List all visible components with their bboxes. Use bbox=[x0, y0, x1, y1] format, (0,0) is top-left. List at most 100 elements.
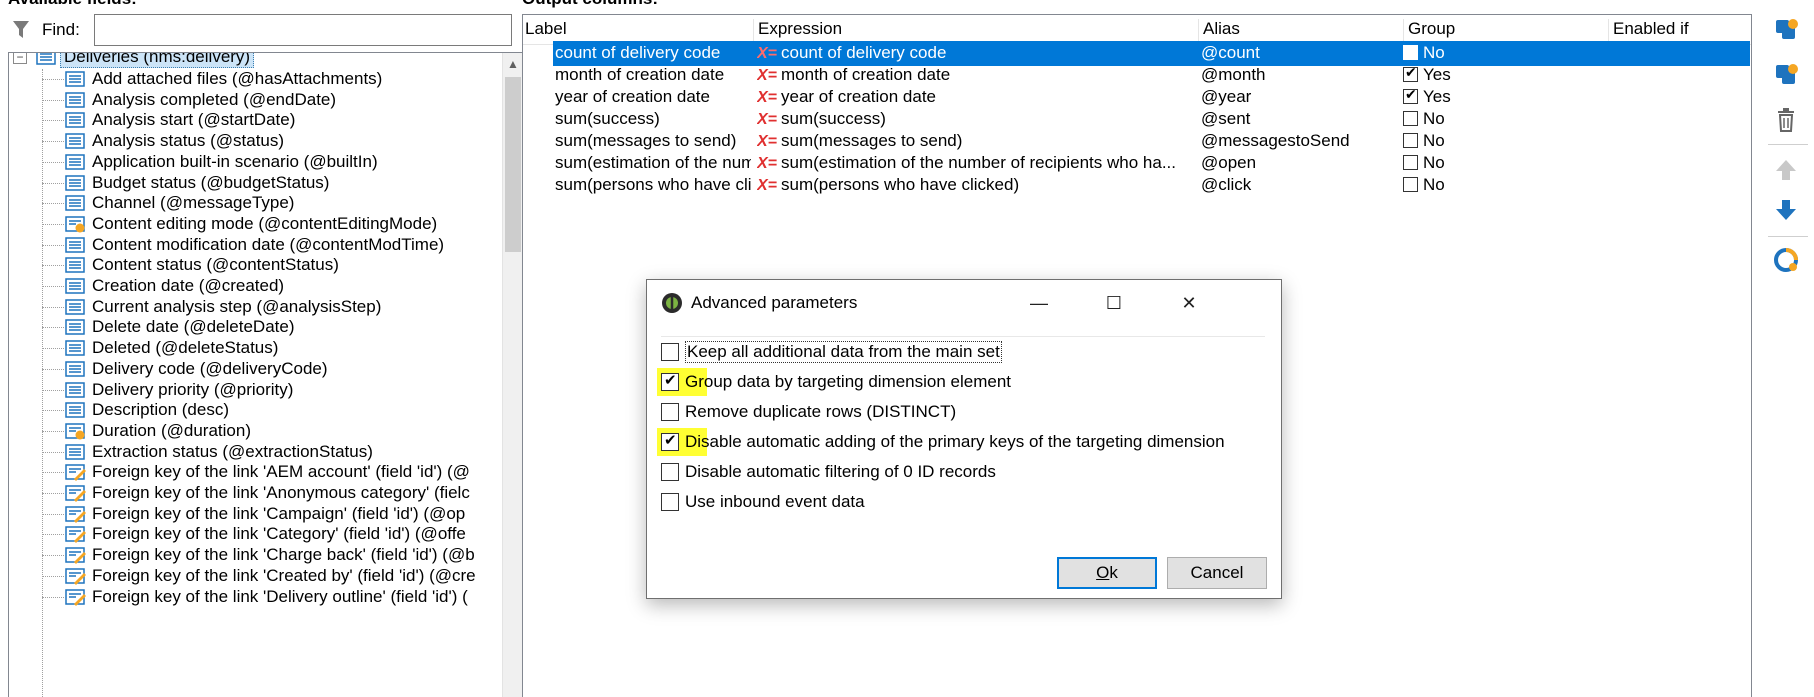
app-logo-icon bbox=[662, 293, 682, 313]
option-checkbox[interactable] bbox=[661, 343, 679, 361]
group-checkbox[interactable] bbox=[1403, 45, 1418, 60]
row-expression[interactable]: X= year of creation date bbox=[757, 87, 1197, 109]
tree-item-label: Content editing mode (@contentEditingMod… bbox=[92, 213, 438, 233]
tree-connector bbox=[42, 141, 64, 143]
row-alias[interactable]: @sent bbox=[1201, 109, 1401, 131]
close-button[interactable]: ✕ bbox=[1169, 288, 1209, 318]
group-checkbox[interactable] bbox=[1403, 111, 1418, 126]
tree-connector bbox=[42, 555, 64, 557]
option-checkbox[interactable] bbox=[661, 493, 679, 511]
scrollbar-thumb[interactable] bbox=[505, 77, 521, 252]
attribute-icon bbox=[64, 91, 86, 109]
attribute-icon bbox=[64, 236, 86, 254]
row-label[interactable]: year of creation date bbox=[555, 87, 751, 109]
option-row[interactable]: Disable automatic adding of the primary … bbox=[657, 428, 1225, 456]
attribute-icon bbox=[64, 277, 86, 295]
attribute-icon bbox=[64, 381, 86, 399]
group-checkbox[interactable] bbox=[1403, 65, 1418, 82]
row-label[interactable]: sum(success) bbox=[555, 109, 751, 131]
option-checkbox[interactable] bbox=[661, 431, 679, 451]
row-expression[interactable]: X= month of creation date bbox=[757, 65, 1197, 87]
move-up-icon[interactable] bbox=[1770, 154, 1802, 186]
maximize-button[interactable]: ☐ bbox=[1094, 288, 1134, 318]
row-label[interactable]: count of delivery code bbox=[555, 43, 751, 65]
tree-connector bbox=[42, 265, 64, 267]
row-label[interactable]: sum(persons who have click... bbox=[555, 175, 751, 197]
row-group[interactable]: No bbox=[1403, 109, 1603, 131]
option-checkbox[interactable] bbox=[661, 403, 679, 421]
foreign-key-icon bbox=[64, 463, 86, 482]
row-alias[interactable]: @month bbox=[1201, 65, 1401, 87]
tree-item-label: Foreign key of the link 'Delivery outlin… bbox=[92, 586, 468, 606]
distribution-icon[interactable] bbox=[1770, 244, 1802, 276]
row-label[interactable]: sum(messages to send) bbox=[555, 131, 751, 153]
option-label: Disable automatic adding of the primary … bbox=[685, 432, 1225, 451]
option-row[interactable]: Use inbound event data bbox=[661, 489, 865, 515]
row-alias[interactable]: @open bbox=[1201, 153, 1401, 175]
row-group[interactable]: Yes bbox=[1403, 65, 1603, 87]
option-label: Use inbound event data bbox=[685, 492, 865, 511]
group-checkbox[interactable] bbox=[1403, 155, 1418, 170]
output-column-row[interactable]: sum(persons who have click... X=sum(perso… bbox=[523, 173, 1751, 198]
tree-item-label: Analysis status (@status) bbox=[92, 131, 285, 151]
attribute-icon bbox=[64, 339, 86, 357]
edit-icon[interactable] bbox=[1770, 59, 1802, 91]
tree-item-label: Foreign key of the link 'Anonymous categ… bbox=[92, 483, 470, 502]
row-expression[interactable]: X= sum(messages to send) bbox=[757, 131, 1197, 153]
row-group[interactable]: No bbox=[1403, 175, 1603, 197]
option-checkbox[interactable] bbox=[661, 371, 679, 391]
option-row[interactable]: Disable automatic filtering of 0 ID reco… bbox=[661, 459, 996, 485]
row-expression[interactable]: X= sum(success) bbox=[757, 109, 1197, 131]
group-checkbox[interactable] bbox=[1403, 133, 1418, 148]
add-icon[interactable] bbox=[1770, 14, 1802, 46]
row-alias[interactable]: @click bbox=[1201, 175, 1401, 197]
row-label[interactable]: sum(estimation of the num... bbox=[555, 153, 751, 175]
column-header-label[interactable]: Label bbox=[523, 19, 753, 41]
tree-scrollbar[interactable]: ▲ bbox=[502, 53, 522, 697]
row-expression[interactable]: X= sum(estimation of the number of recipi… bbox=[757, 153, 1197, 175]
row-group[interactable]: Yes bbox=[1403, 87, 1603, 109]
minimize-button[interactable]: — bbox=[1019, 288, 1059, 318]
expression-icon: X= bbox=[757, 155, 778, 172]
move-down-icon[interactable] bbox=[1770, 194, 1802, 226]
scroll-up-icon[interactable]: ▲ bbox=[507, 57, 519, 71]
row-expression[interactable]: X= count of delivery code bbox=[757, 43, 1197, 65]
option-checkbox[interactable] bbox=[661, 463, 679, 481]
dialog-titlebar[interactable]: Advanced parameters — ☐ ✕ bbox=[647, 280, 1281, 326]
find-bar: Find: bbox=[10, 14, 512, 46]
tree-item-label: Content status (@contentStatus) bbox=[92, 255, 339, 275]
column-header-group[interactable]: Group bbox=[1403, 19, 1608, 41]
column-header-expression[interactable]: Expression bbox=[753, 19, 1198, 41]
tree-root-label: Deliveries (nms:delivery) bbox=[60, 53, 255, 68]
ok-button[interactable]: Ok bbox=[1057, 557, 1157, 589]
tree-connector bbox=[42, 472, 64, 474]
expression-icon: X= bbox=[757, 177, 778, 194]
tree-item-label: Foreign key of the link 'AEM account' (f… bbox=[92, 462, 470, 482]
row-alias[interactable]: @count bbox=[1201, 43, 1401, 65]
option-row[interactable]: Keep all additional data from the main s… bbox=[661, 339, 1002, 365]
row-alias[interactable]: @messagestoSend bbox=[1201, 131, 1401, 153]
tree-item-label: Foreign key of the link 'Charge back' (f… bbox=[92, 545, 475, 565]
option-row[interactable]: Remove duplicate rows (DISTINCT) bbox=[661, 399, 956, 425]
row-group[interactable]: No bbox=[1403, 131, 1603, 153]
option-row[interactable]: Group data by targeting dimension elemen… bbox=[657, 368, 1011, 396]
row-group[interactable]: No bbox=[1403, 153, 1603, 175]
dialog-title: Advanced parameters bbox=[691, 293, 858, 312]
row-group[interactable]: No bbox=[1403, 43, 1603, 65]
filter-icon[interactable] bbox=[10, 19, 32, 41]
cancel-button[interactable]: Cancel bbox=[1167, 557, 1267, 589]
column-header-enabled-if[interactable]: Enabled if bbox=[1608, 19, 1753, 41]
tree-connector bbox=[42, 368, 64, 370]
collapse-icon[interactable]: − bbox=[13, 53, 27, 64]
trash-icon[interactable] bbox=[1770, 104, 1802, 136]
group-checkbox[interactable] bbox=[1403, 87, 1418, 104]
group-checkbox[interactable] bbox=[1403, 177, 1418, 192]
tree-item-label: Foreign key of the link 'Created by' (fi… bbox=[92, 565, 476, 585]
row-group-text: No bbox=[1423, 131, 1445, 150]
row-label[interactable]: month of creation date bbox=[555, 65, 751, 87]
tree-item[interactable]: Foreign key of the link 'Delivery outlin… bbox=[64, 585, 471, 609]
find-input[interactable] bbox=[94, 14, 512, 46]
row-alias[interactable]: @year bbox=[1201, 87, 1401, 109]
column-header-alias[interactable]: Alias bbox=[1198, 19, 1403, 41]
row-expression[interactable]: X= sum(persons who have clicked) bbox=[757, 175, 1197, 197]
